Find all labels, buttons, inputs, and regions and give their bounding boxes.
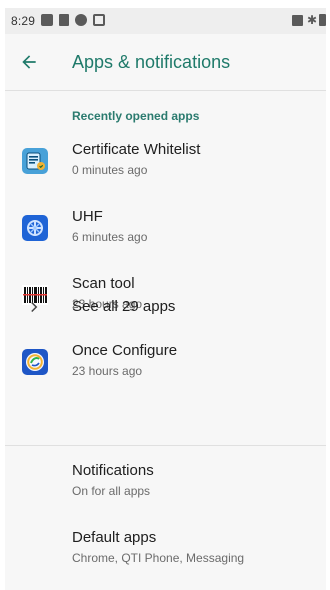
recent-app-text: Once Configure 23 hours ago xyxy=(72,341,177,379)
app-subtitle: 0 minutes ago xyxy=(72,163,148,177)
status-icons-left xyxy=(41,14,105,26)
back-arrow-icon[interactable] xyxy=(17,50,41,74)
see-all-apps-label: See all 29 apps xyxy=(72,298,176,315)
notifications-setting-row[interactable]: Notifications On for all apps xyxy=(5,449,326,516)
app-name: Certificate Whitelist xyxy=(72,141,201,158)
chevron-right-icon xyxy=(25,298,43,316)
setting-text: Default apps Chrome, QTI Phone, Messagin… xyxy=(72,528,244,566)
default-apps-setting-row[interactable]: Default apps Chrome, QTI Phone, Messagin… xyxy=(5,516,326,583)
bluetooth-icon: ✱ xyxy=(307,13,318,27)
recent-app-text: Certificate Whitelist 0 minutes ago xyxy=(72,140,200,178)
section-divider xyxy=(5,445,326,446)
battery-icon xyxy=(319,14,326,26)
app-subtitle: 6 minutes ago xyxy=(72,230,148,244)
see-all-apps-row[interactable]: See all 29 apps xyxy=(5,279,326,335)
status-bar: 8:29 ✱ xyxy=(5,8,326,34)
no-signal-icon xyxy=(292,14,303,26)
sim-icon xyxy=(59,14,69,26)
app-subtitle: 23 hours ago xyxy=(72,364,143,378)
setting-title: Notifications xyxy=(72,462,154,479)
notification-box-icon xyxy=(93,14,105,26)
app-name: UHF xyxy=(72,208,103,225)
apps-notifications-page: 8:29 ✱ Apps & notifications Recently ope… xyxy=(5,8,326,590)
app-bar-divider xyxy=(5,90,326,91)
certificate-icon xyxy=(21,147,49,175)
uhf-icon xyxy=(21,214,49,242)
recent-app-once-configure[interactable]: Once Configure 23 hours ago xyxy=(5,329,326,396)
status-time: 8:29 xyxy=(11,14,36,28)
app-name: Once Configure xyxy=(72,342,178,359)
status-icons-right: ✱ xyxy=(292,14,326,26)
recent-app-text: UHF 6 minutes ago xyxy=(72,207,147,245)
recent-app-certificate-whitelist[interactable]: Certificate Whitelist 0 minutes ago xyxy=(5,128,326,195)
setting-subtitle: Chrome, QTI Phone, Messaging xyxy=(72,551,245,565)
setting-title: Default apps xyxy=(72,529,157,546)
once-configure-icon xyxy=(21,348,49,376)
recent-app-uhf[interactable]: UHF 6 minutes ago xyxy=(5,195,326,262)
recently-opened-section-title: Recently opened apps xyxy=(72,109,200,123)
app-bar: Apps & notifications xyxy=(5,34,326,90)
page-title: Apps & notifications xyxy=(72,52,231,72)
picture-icon xyxy=(41,14,53,26)
bug-icon xyxy=(75,14,87,26)
setting-subtitle: On for all apps xyxy=(72,484,151,498)
setting-text: Notifications On for all apps xyxy=(72,461,154,499)
